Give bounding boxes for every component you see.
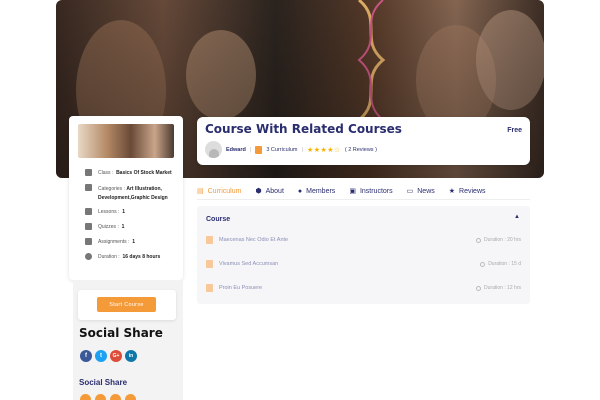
lessons-icon [85,208,92,215]
start-course-button[interactable]: Start Course [97,297,156,312]
lesson-title[interactable]: Vivamus Sed Accumsan [219,261,278,267]
curriculum-count: 3 Curriculum [266,147,298,153]
quiz-icon [85,223,92,230]
curriculum-panel: Course ▲ Maecenas Nec Odio Et Ante Durat… [197,206,530,304]
share-icon[interactable] [95,394,106,400]
lesson-title[interactable]: Maecenas Nec Odio Et Ante [219,237,288,243]
share-icon[interactable] [125,394,136,400]
lesson-duration: Duration : 15 d [488,261,521,267]
class-icon [85,169,92,176]
lesson-icon [206,284,213,292]
user-icon: ● [297,187,303,195]
twitter-icon[interactable]: t [95,350,107,362]
facebook-icon[interactable]: f [80,350,92,362]
review-count[interactable]: ( 2 Reviews ) [345,147,377,153]
lesson-item[interactable]: Maecenas Nec Odio Et Ante Duration : 20 … [206,234,521,246]
tab-label: Members [306,187,336,195]
course-price: Free [507,127,522,134]
meta-value: 16 days 8 hours [122,254,161,260]
meta-value: 1 [121,224,125,230]
linkedin-icon[interactable]: in [125,350,137,362]
share-icon[interactable] [80,394,91,400]
tab-instructors[interactable]: ▣ Instructors [349,183,392,199]
social-share-title: Social Share [79,326,163,340]
meta-label: Duration : [98,254,120,260]
meta-label: Lessons : [98,209,120,215]
social-share-icons-secondary [80,394,136,400]
tab-label: Instructors [359,187,393,195]
meta-lessons: Lessons : 1 [85,208,179,215]
tab-label: About [265,187,284,195]
meta-label: Assignments : [98,239,130,245]
meta-label: Class : [98,170,114,176]
course-title-card: Course With Related Courses Free Edward … [197,117,530,165]
course-page: Class : Basics Of Stock Market Categorie… [0,0,600,400]
share-icon[interactable] [110,394,121,400]
lesson-duration: Duration : 12 hrs [484,285,521,291]
id-card-icon: ▣ [349,188,356,195]
course-thumbnail [78,124,174,158]
tab-curriculum[interactable]: ▤ Curriculum [197,183,241,199]
social-share-subtitle: Social Share [79,378,128,387]
bookmark-icon [85,184,92,191]
meta-value: 1 [132,239,135,245]
course-title: Course With Related Courses [205,122,402,136]
clock-icon [476,237,482,243]
tab-label: Reviews [459,187,486,195]
lesson-duration: Duration : 20 hrs [484,237,521,243]
clock-icon [85,253,92,260]
course-tabs: ▤ Curriculum ⬢ About ● Members ▣ Instruc… [197,183,530,199]
assignment-icon [85,238,92,245]
meta-value: 1 [122,209,125,215]
lesson-title[interactable]: Proin Eu Posuere [219,285,262,291]
book-icon: ▤ [197,188,204,195]
instructor-avatar[interactable] [205,141,222,158]
tab-news[interactable]: ▭ News [407,183,435,199]
curriculum-section-title[interactable]: Course [206,216,230,223]
news-icon: ▭ [406,188,414,195]
google-plus-icon[interactable]: G+ [110,350,122,362]
chevron-up-icon[interactable]: ▲ [514,214,520,220]
book-icon [255,146,263,154]
course-info-line: Edward | 3 Curriculum | ★★★★☆ ( 2 Review… [226,146,377,154]
tab-reviews[interactable]: ★ Reviews [449,183,486,199]
tab-label: Curriculum [207,187,242,195]
meta-value[interactable]: Basics Of Stock Market [116,170,172,176]
lesson-item[interactable]: Vivamus Sed Accumsan Duration : 15 d [206,258,521,270]
meta-label: Categories : [98,186,125,192]
star-icon: ★ [448,188,456,195]
meta-quizzes: Quizzes : 1 [85,223,179,230]
lesson-icon [206,236,213,244]
lesson-item[interactable]: Proin Eu Posuere Duration : 12 hrs [206,282,521,294]
start-course-card: Start Course [78,290,176,320]
tabs-divider [197,199,530,200]
social-share-icons: f t G+ in [80,350,137,362]
tab-label: News [417,187,435,195]
meta-class: Class : Basics Of Stock Market [85,169,179,176]
tab-members[interactable]: ● Members [298,183,335,199]
rating-stars-icon: ★★★★☆ [306,147,341,154]
meta-categories: Categories : Art Illustration, Developme… [85,184,179,202]
clock-icon [480,261,486,267]
tab-about[interactable]: ⬢ About [255,183,283,199]
meta-label: Quizzes : [98,224,119,230]
instructor-name[interactable]: Edward [226,147,246,153]
meta-assignments: Assignments : 1 [85,238,179,245]
cap-icon: ⬢ [255,188,262,195]
course-info-card: Class : Basics Of Stock Market Categorie… [69,116,183,280]
lesson-icon [206,260,213,268]
clock-icon [476,285,482,291]
meta-duration: Duration : 16 days 8 hours [85,253,179,260]
